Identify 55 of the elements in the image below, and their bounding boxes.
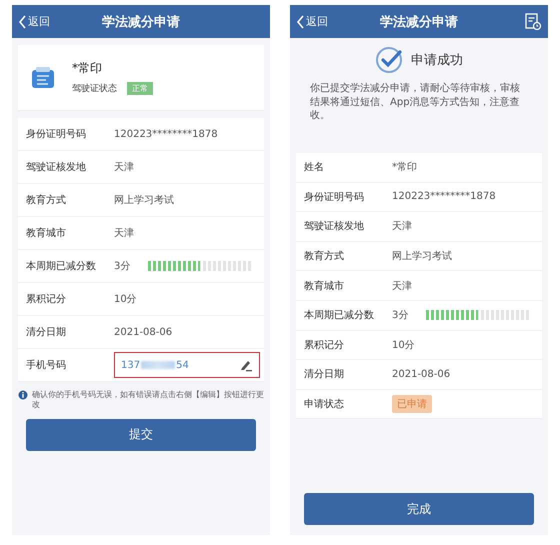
field-label: 身份证明号码 bbox=[304, 190, 365, 204]
back-button[interactable]: 返回 bbox=[12, 13, 56, 30]
field-value: 10分 bbox=[114, 293, 137, 306]
page-title: 学法减分申请 bbox=[379, 14, 459, 30]
back-button[interactable]: 返回 bbox=[290, 13, 334, 30]
field-value: 10分 bbox=[392, 338, 415, 352]
field-value: 天津 bbox=[392, 280, 412, 293]
field-label: 申请状态 bbox=[304, 398, 345, 412]
driver-name: *常印 bbox=[72, 60, 103, 77]
field-label: 本周期已减分数 bbox=[26, 260, 97, 273]
success-title: 申请成功 bbox=[411, 52, 463, 69]
field-label: 姓名 bbox=[304, 161, 325, 174]
field-label: 手机号码 bbox=[26, 358, 67, 372]
field-label: 本周期已减分数 bbox=[304, 308, 375, 322]
field-label: 教育方式 bbox=[304, 250, 345, 264]
field-label: 教育城市 bbox=[26, 226, 67, 240]
field-label: 累积记分 bbox=[26, 293, 67, 306]
hint-text: 确认你的手机号码无误，如有错误请点击右侧【编辑】按钮进行更改 bbox=[32, 390, 265, 411]
done-button[interactable]: 完成 bbox=[304, 493, 534, 525]
field-label: 驾驶证核发地 bbox=[26, 160, 87, 174]
success-message: 你已提交学法减分申请，请耐心等待审核，审核结果将通过短信、App消息等方式告知，注意查收。 bbox=[310, 82, 521, 122]
field-value: 天津 bbox=[114, 160, 134, 174]
field-label: 驾驶证核发地 bbox=[304, 220, 365, 234]
field-value: 天津 bbox=[114, 226, 134, 240]
field-value: 3分 bbox=[114, 260, 130, 273]
page-title: 学法减分申请 bbox=[101, 14, 181, 30]
field-value: *常印 bbox=[392, 160, 417, 174]
records-icon[interactable] bbox=[525, 13, 542, 30]
blurred-digits bbox=[141, 361, 176, 369]
field-value: 120223********1878 bbox=[392, 191, 496, 202]
info-icon bbox=[18, 390, 28, 400]
field-label: 清分日期 bbox=[26, 326, 67, 339]
status-badge: 已申请 bbox=[392, 395, 432, 414]
field-value: 120223********1878 bbox=[114, 128, 218, 140]
status-label: 驾驶证状态 bbox=[72, 82, 117, 95]
field-value: 网上学习考试 bbox=[392, 250, 452, 264]
field-label: 教育方式 bbox=[26, 194, 67, 207]
phone-value: 137 bbox=[121, 360, 140, 370]
check-icon bbox=[375, 46, 403, 74]
edit-icon[interactable] bbox=[239, 358, 253, 372]
field-value: 3分 bbox=[392, 309, 408, 322]
field-label: 教育城市 bbox=[304, 280, 345, 293]
field-value: 2021-08-06 bbox=[114, 326, 172, 338]
field-value: 天津 bbox=[392, 220, 412, 234]
chevron-icon bbox=[296, 14, 304, 28]
field-label: 清分日期 bbox=[304, 368, 345, 382]
field-label: 身份证明号码 bbox=[26, 128, 87, 141]
field-value: 2021-08-06 bbox=[392, 368, 450, 380]
phone-value: 54 bbox=[176, 360, 189, 370]
field-label: 累积记分 bbox=[304, 338, 345, 352]
field-value: 网上学习考试 bbox=[114, 194, 174, 207]
submit-button[interactable]: 提交 bbox=[26, 418, 256, 451]
chevron-icon bbox=[18, 14, 26, 28]
status-badge: 正常 bbox=[127, 82, 153, 95]
phone-field[interactable]: 137 54 bbox=[114, 352, 260, 378]
